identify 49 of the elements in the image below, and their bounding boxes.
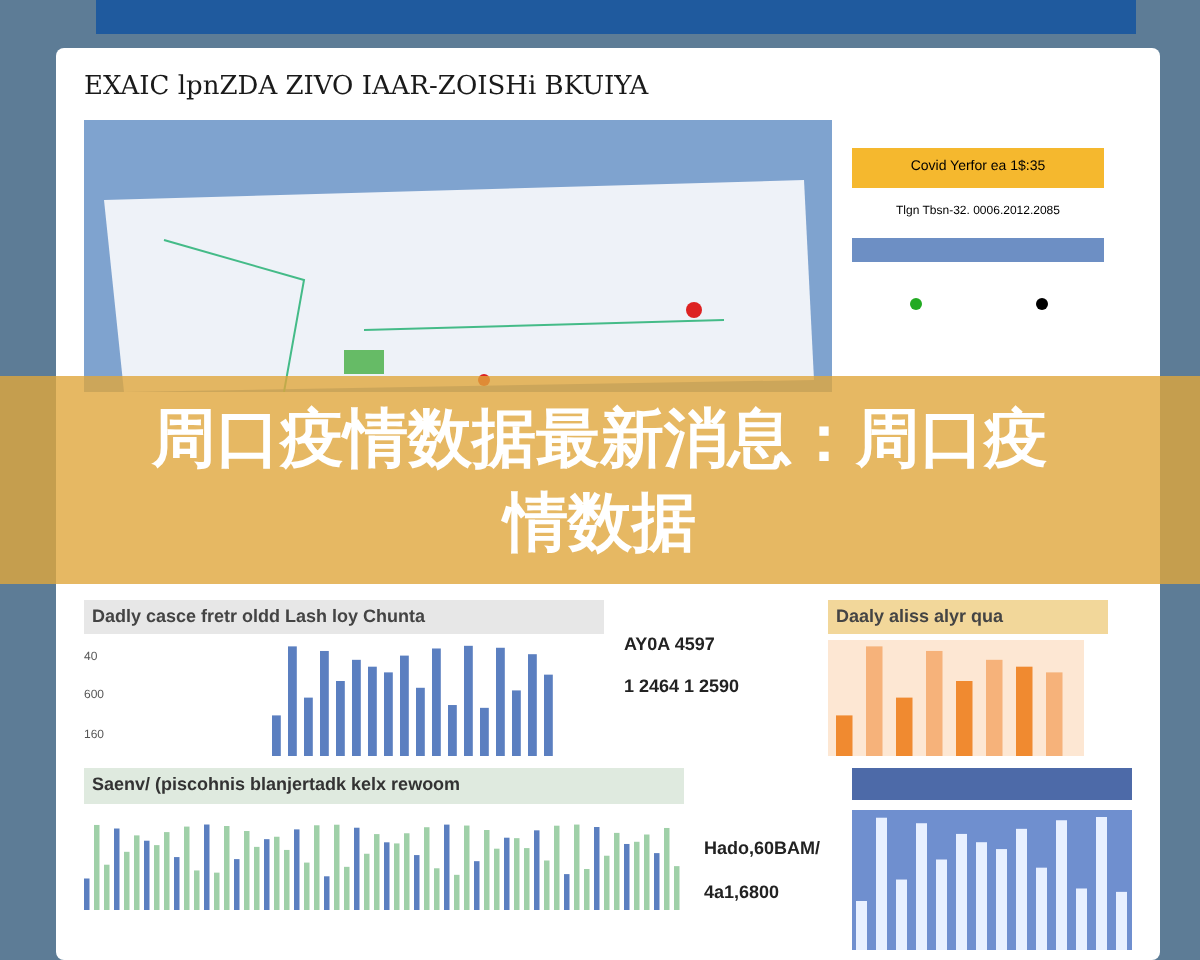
stat-value: 4a1,6800 — [704, 879, 780, 905]
bar — [996, 849, 1007, 950]
bar — [304, 697, 313, 756]
bar — [1056, 820, 1067, 950]
bar — [876, 817, 887, 950]
bar — [836, 715, 853, 756]
bar — [1036, 867, 1047, 950]
bar — [320, 650, 329, 756]
bar — [1046, 672, 1063, 756]
section-title: Saenv/ (piscohnis blanjertadk kelx rewoom — [84, 768, 684, 803]
bar — [368, 666, 377, 756]
bar — [926, 650, 943, 756]
bar — [956, 681, 973, 756]
chart-title: Daaly aliss alyr qua — [828, 599, 1108, 634]
bar — [896, 697, 913, 756]
bar — [336, 681, 345, 756]
bar — [1076, 888, 1087, 950]
dashboard-title: EXAIC lpnZDA ZIVO IAAR-ZOISHi BKUIYA — [84, 70, 649, 106]
bar — [1096, 817, 1107, 950]
bar — [956, 833, 967, 950]
stat-value: AY0A 4597 — [624, 631, 715, 657]
bar — [448, 705, 457, 756]
bar — [272, 715, 281, 756]
bar — [1116, 891, 1127, 950]
bar — [544, 674, 553, 756]
stat-value: Hado,60BAM/ — [704, 836, 821, 862]
bar — [432, 648, 441, 756]
bar — [352, 659, 361, 756]
stat-value: 1 2464 1 2590 — [624, 674, 740, 700]
bar — [856, 901, 867, 950]
bar — [384, 672, 393, 756]
bar — [986, 659, 1003, 756]
bar — [916, 823, 927, 950]
bar — [866, 646, 883, 756]
bar — [496, 647, 505, 756]
bar — [936, 859, 947, 950]
bar — [464, 645, 473, 756]
bar — [416, 687, 425, 756]
bar — [480, 707, 489, 756]
bar — [528, 654, 537, 756]
bar — [400, 655, 409, 756]
bar — [1016, 828, 1027, 950]
bar — [976, 842, 987, 950]
bar — [1016, 666, 1033, 756]
title-banner: 周口疫情数据最新消息：周口疫情数据 — [0, 376, 1200, 584]
bar — [512, 690, 521, 756]
bar — [288, 646, 297, 756]
bar — [896, 879, 907, 950]
chart-title: Dadly casce fretr oldd Lash loy Chunta — [84, 599, 604, 634]
